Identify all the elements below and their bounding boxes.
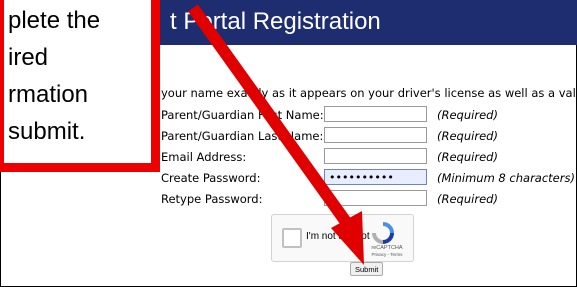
email-requirement: (Required) (437, 150, 498, 164)
last-name-label: Parent/Guardian Last Name: (161, 129, 324, 143)
instruction-callout: plete the ired rmation submit. (0, 0, 160, 172)
create-password-input[interactable] (324, 169, 427, 185)
callout-line-4: submit. (8, 118, 86, 145)
callout-line-2: ired (8, 44, 49, 71)
recaptcha-terms-link[interactable]: Privacy - Terms (362, 252, 412, 257)
first-name-label: Parent/Guardian First Name: (161, 108, 324, 122)
create-password-label: Create Password: (161, 171, 261, 185)
last-name-requirement: (Required) (437, 129, 498, 143)
recaptcha-logo-icon (372, 222, 394, 244)
recaptcha-widget: I'm not a robot reCAPTCHA Privacy - Term… (271, 214, 414, 262)
portal-header: t Portal Registration (160, 0, 577, 45)
recaptcha-checkbox[interactable] (282, 228, 302, 248)
recaptcha-label: I'm not a robot (306, 231, 370, 242)
retype-password-requirement: (Required) (437, 192, 498, 206)
first-name-requirement: (Required) (437, 108, 498, 122)
callout-line-1: plete the (8, 7, 101, 34)
recaptcha-brand: reCAPTCHA (371, 245, 403, 251)
email-label: Email Address: (161, 150, 247, 164)
retype-password-label: Retype Password: (161, 192, 263, 206)
portal-title: t Portal Registration (170, 8, 381, 35)
email-input[interactable] (324, 148, 427, 164)
create-password-requirement: (Minimum 8 characters) (437, 171, 575, 185)
intro-text: your name exactly as it appears on your … (161, 86, 577, 100)
callout-line-3: rmation (8, 81, 89, 108)
submit-button[interactable]: Submit (350, 262, 384, 276)
last-name-input[interactable] (324, 127, 427, 143)
first-name-input[interactable] (324, 106, 427, 122)
retype-password-input[interactable] (324, 190, 427, 206)
